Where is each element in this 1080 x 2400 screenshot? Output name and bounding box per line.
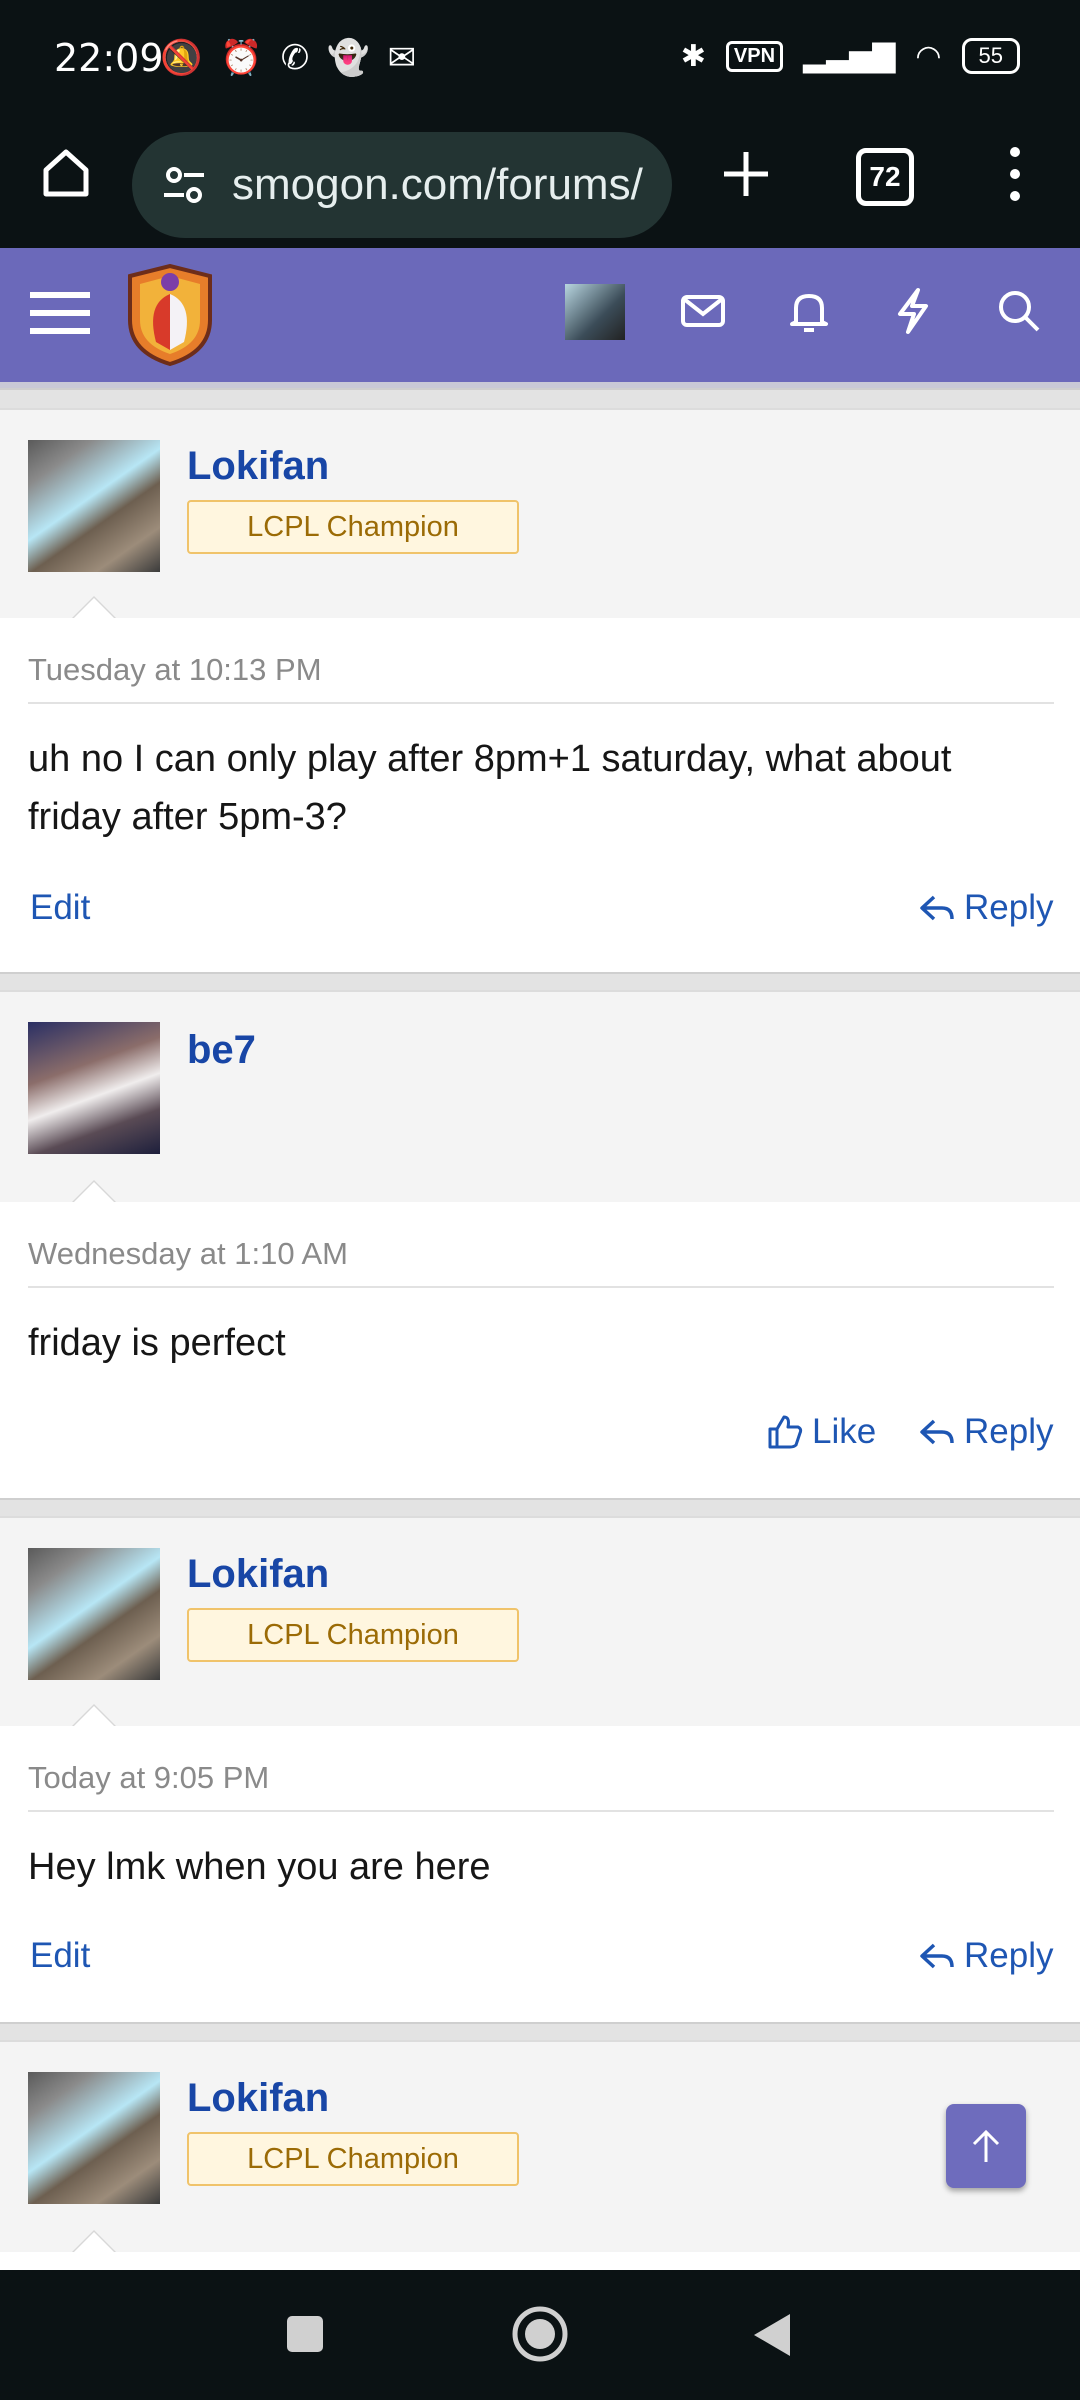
recents-icon[interactable] [285,2314,325,2354]
post-notch [70,1180,118,1204]
search-icon[interactable] [994,286,1044,336]
home-icon[interactable] [36,142,96,202]
inbox-icon[interactable] [678,286,728,336]
avatar[interactable] [28,1022,160,1154]
more-options-icon[interactable] [1000,142,1030,206]
post-separator [0,1498,1080,1518]
address-bar[interactable]: smogon.com/forums/ [132,132,672,238]
post-separator [0,972,1080,992]
whatsapp-icon: ✆ [280,39,310,77]
post-message: Hey lmk when you are here [28,1846,491,1888]
like-label: Like [812,1412,877,1451]
bell-icon[interactable] [784,286,834,336]
post-date[interactable]: Wednesday at 1:10 AM [28,1236,348,1272]
reply-label: Reply [964,1412,1054,1451]
avatar[interactable] [28,1548,160,1680]
post-date[interactable]: Tuesday at 10:13 PM [28,652,322,688]
wifi-icon: ◠ [915,39,942,73]
site-settings-icon[interactable] [160,161,208,209]
post-notch [70,2230,118,2254]
url-text[interactable]: smogon.com/forums/ [232,160,672,210]
username[interactable]: be7 [187,1028,256,1073]
user-title-badge: LCPL Champion [187,1608,519,1662]
status-time: 22:09 [54,36,164,80]
username[interactable]: Lokifan [187,444,329,489]
edit-label: Edit [30,1936,91,1975]
smogon-logo[interactable] [124,264,216,366]
new-tab-icon[interactable] [716,144,776,204]
account-avatar[interactable] [565,284,625,340]
status-bar: 22:09 🔕 ⏰ ✆ 👻 ✉ ✱ VPN ▂▃▅▇ ◠ 55 [0,0,1080,118]
post-header: be7 [0,990,1080,1204]
username[interactable]: Lokifan [187,2076,329,2121]
post-header: Lokifan LCPL Champion [0,2040,1080,2254]
tab-switcher-button[interactable]: 72 [856,148,914,206]
avatar[interactable] [28,440,160,572]
post-header: Lokifan LCPL Champion [0,1516,1080,1728]
edit-label: Edit [30,888,91,927]
reply-button[interactable]: Reply [918,1936,1053,1976]
arrow-up-icon [972,2129,1000,2162]
bluetooth-icon: ✱ [680,39,706,73]
browser-toolbar: smogon.com/forums/ 72 [0,118,1080,248]
reply-button[interactable]: Reply [918,1412,1053,1452]
home-nav-icon[interactable] [510,2304,570,2364]
mute-bell-icon: 🔕 [160,39,203,77]
reply-label: Reply [964,888,1054,927]
post-body: Tuesday at 10:13 PM uh no I can only pla… [0,618,1080,970]
lightning-icon[interactable] [888,286,938,336]
user-title-badge: LCPL Champion [187,500,519,554]
post-date[interactable]: Today at 9:05 PM [28,1760,269,1796]
edit-button[interactable]: Edit [30,888,90,928]
post-header: Lokifan LCPL Champion [0,408,1080,620]
user-title-badge: LCPL Champion [187,2132,519,2186]
site-navbar [0,248,1080,388]
battery-icon: 55 [961,38,1020,74]
gmail-icon: ✉ [387,39,417,77]
avatar[interactable] [28,2072,160,2204]
hamburger-menu-icon[interactable] [30,288,90,338]
divider [28,1810,1054,1812]
post-body: Wednesday at 1:10 AM friday is perfect L… [0,1202,1080,1498]
reply-icon [920,1419,954,1445]
post-separator [0,2022,1080,2042]
reply-icon [920,1943,954,1969]
edit-button[interactable]: Edit [30,1936,90,1976]
divider [28,702,1054,704]
vpn-icon: VPN [725,40,784,72]
thumbs-up-icon [768,1415,803,1449]
divider [28,1286,1054,1288]
back-icon[interactable] [752,2312,792,2358]
post-message: uh no I can only play after 8pm+1 saturd… [28,738,952,838]
system-navigation-bar [0,2270,1080,2400]
section-divider [0,388,1080,410]
post-body [0,2252,1080,2270]
username[interactable]: Lokifan [187,1552,329,1597]
alarm-icon: ⏰ [220,39,263,77]
scroll-to-top-button[interactable] [946,2104,1026,2188]
post-notch [70,1704,118,1728]
notification-icons: 🔕 ⏰ ✆ 👻 ✉ [160,38,416,78]
post-notch [70,596,118,620]
reply-button[interactable]: Reply [918,888,1053,928]
system-icons: ✱ VPN ▂▃▅▇ ◠ 55 [681,38,1020,74]
like-button[interactable]: Like [766,1412,876,1452]
ghost-icon: 👻 [327,39,370,77]
signal-icon: ▂▃▅▇ [803,39,896,73]
reply-label: Reply [964,1936,1054,1975]
reply-icon [920,895,954,921]
post-body: Today at 9:05 PM Hey lmk when you are he… [0,1726,1080,2022]
post-message: friday is perfect [28,1322,286,1364]
